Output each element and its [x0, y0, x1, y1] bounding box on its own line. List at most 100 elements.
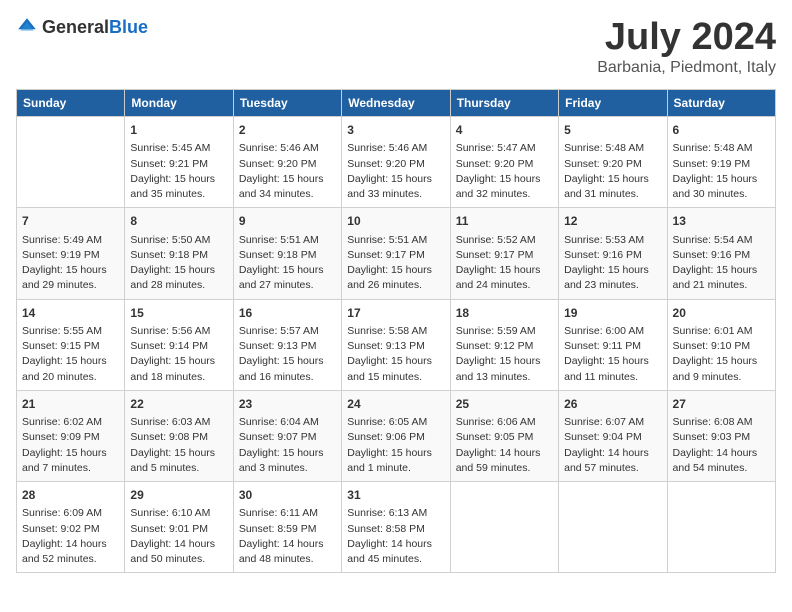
logo-text-general: General — [42, 17, 109, 37]
day-info: Sunrise: 5:51 AM Sunset: 9:18 PM Dayligh… — [239, 233, 336, 294]
day-number: 6 — [673, 122, 770, 139]
logo-icon — [16, 16, 38, 38]
day-number: 28 — [22, 487, 119, 504]
day-info: Sunrise: 5:57 AM Sunset: 9:13 PM Dayligh… — [239, 324, 336, 385]
logo: GeneralBlue — [16, 16, 148, 38]
calendar-cell: 1Sunrise: 5:45 AM Sunset: 9:21 PM Daylig… — [125, 117, 233, 208]
calendar-cell: 2Sunrise: 5:46 AM Sunset: 9:20 PM Daylig… — [233, 117, 341, 208]
calendar-cell: 21 Sunrise: 6:02 AM Sunset: 9:09 PM Dayli… — [17, 390, 125, 481]
calendar-cell: 8 Sunrise: 5:50 AM Sunset: 9:18 PM Daylig… — [125, 208, 233, 299]
day-info: Sunrise: 6:00 AM Sunset: 9:11 PM Dayligh… — [564, 324, 661, 385]
calendar-week-2: 7 Sunrise: 5:49 AM Sunset: 9:19 PM Daylig… — [17, 208, 776, 299]
calendar-cell: 23 Sunrise: 6:04 AM Sunset: 9:07 PM Dayli… — [233, 390, 341, 481]
day-info: Sunrise: 5:48 AM Sunset: 9:19 PM Dayligh… — [673, 141, 770, 202]
calendar-cell: 19 Sunrise: 6:00 AM Sunset: 9:11 PM Dayli… — [559, 299, 667, 390]
day-number: 14 — [22, 305, 119, 322]
day-info: Sunrise: 5:56 AM Sunset: 9:14 PM Dayligh… — [130, 324, 227, 385]
day-number: 31 — [347, 487, 444, 504]
day-number: 22 — [130, 396, 227, 413]
day-number: 7 — [22, 213, 119, 230]
calendar-cell: 24 Sunrise: 6:05 AM Sunset: 9:06 PM Dayli… — [342, 390, 450, 481]
day-info: Sunrise: 5:59 AM Sunset: 9:12 PM Dayligh… — [456, 324, 553, 385]
day-number: 30 — [239, 487, 336, 504]
calendar-cell: 29 Sunrise: 6:10 AM Sunset: 9:01 PM Dayli… — [125, 482, 233, 573]
day-info: Sunrise: 5:45 AM Sunset: 9:21 PM Dayligh… — [130, 141, 227, 202]
day-info: Sunrise: 6:04 AM Sunset: 9:07 PM Dayligh… — [239, 415, 336, 476]
day-number: 15 — [130, 305, 227, 322]
calendar-cell: 27 Sunrise: 6:08 AM Sunset: 9:03 PM Dayli… — [667, 390, 775, 481]
col-header-monday: Monday — [125, 90, 233, 117]
calendar-cell: 20 Sunrise: 6:01 AM Sunset: 9:10 PM Dayli… — [667, 299, 775, 390]
day-number: 29 — [130, 487, 227, 504]
day-number: 13 — [673, 213, 770, 230]
day-number: 25 — [456, 396, 553, 413]
day-number: 8 — [130, 213, 227, 230]
day-info: Sunrise: 6:05 AM Sunset: 9:06 PM Dayligh… — [347, 415, 444, 476]
calendar-cell: 14 Sunrise: 5:55 AM Sunset: 9:15 PM Dayli… — [17, 299, 125, 390]
page-header: GeneralBlue July 2024 Barbania, Piedmont… — [16, 16, 776, 77]
day-info: Sunrise: 5:47 AM Sunset: 9:20 PM Dayligh… — [456, 141, 553, 202]
calendar-cell: 3 Sunrise: 5:46 AM Sunset: 9:20 PM Daylig… — [342, 117, 450, 208]
day-number: 10 — [347, 213, 444, 230]
calendar-title: July 2024 — [597, 16, 776, 59]
day-info: Sunrise: 5:50 AM Sunset: 9:18 PM Dayligh… — [130, 233, 227, 294]
day-number: 26 — [564, 396, 661, 413]
day-info: Sunrise: 5:55 AM Sunset: 9:15 PM Dayligh… — [22, 324, 119, 385]
day-info: Sunrise: 5:52 AM Sunset: 9:17 PM Dayligh… — [456, 233, 553, 294]
calendar-cell: 17 Sunrise: 5:58 AM Sunset: 9:13 PM Dayli… — [342, 299, 450, 390]
calendar-cell: 26 Sunrise: 6:07 AM Sunset: 9:04 PM Dayli… — [559, 390, 667, 481]
day-number: 24 — [347, 396, 444, 413]
calendar-cell: 11Sunrise: 5:52 AM Sunset: 9:17 PM Dayli… — [450, 208, 558, 299]
calendar-cell — [17, 117, 125, 208]
day-number: 19 — [564, 305, 661, 322]
calendar-cell: 18Sunrise: 5:59 AM Sunset: 9:12 PM Dayli… — [450, 299, 558, 390]
calendar-cell: 9 Sunrise: 5:51 AM Sunset: 9:18 PM Daylig… — [233, 208, 341, 299]
calendar-week-1: 1Sunrise: 5:45 AM Sunset: 9:21 PM Daylig… — [17, 117, 776, 208]
day-info: Sunrise: 5:46 AM Sunset: 9:20 PM Dayligh… — [347, 141, 444, 202]
calendar-cell — [559, 482, 667, 573]
calendar-cell — [667, 482, 775, 573]
day-info: Sunrise: 6:07 AM Sunset: 9:04 PM Dayligh… — [564, 415, 661, 476]
day-info: Sunrise: 6:08 AM Sunset: 9:03 PM Dayligh… — [673, 415, 770, 476]
logo-text-blue: Blue — [109, 17, 148, 37]
day-number: 16 — [239, 305, 336, 322]
calendar-cell: 22 Sunrise: 6:03 AM Sunset: 9:08 PM Dayli… — [125, 390, 233, 481]
day-info: Sunrise: 5:46 AM Sunset: 9:20 PM Dayligh… — [239, 141, 336, 202]
calendar-cell: 25 Sunrise: 6:06 AM Sunset: 9:05 PM Dayli… — [450, 390, 558, 481]
day-info: Sunrise: 6:06 AM Sunset: 9:05 PM Dayligh… — [456, 415, 553, 476]
day-number: 3 — [347, 122, 444, 139]
day-info: Sunrise: 5:58 AM Sunset: 9:13 PM Dayligh… — [347, 324, 444, 385]
calendar-cell: 28Sunrise: 6:09 AM Sunset: 9:02 PM Dayli… — [17, 482, 125, 573]
calendar-cell: 4Sunrise: 5:47 AM Sunset: 9:20 PM Daylig… — [450, 117, 558, 208]
col-header-friday: Friday — [559, 90, 667, 117]
calendar-cell: 15 Sunrise: 5:56 AM Sunset: 9:14 PM Dayli… — [125, 299, 233, 390]
calendar-cell: 13 Sunrise: 5:54 AM Sunset: 9:16 PM Dayli… — [667, 208, 775, 299]
day-number: 17 — [347, 305, 444, 322]
day-info: Sunrise: 5:48 AM Sunset: 9:20 PM Dayligh… — [564, 141, 661, 202]
day-number: 9 — [239, 213, 336, 230]
day-info: Sunrise: 5:54 AM Sunset: 9:16 PM Dayligh… — [673, 233, 770, 294]
calendar-cell: 6 Sunrise: 5:48 AM Sunset: 9:19 PM Daylig… — [667, 117, 775, 208]
calendar-week-5: 28Sunrise: 6:09 AM Sunset: 9:02 PM Dayli… — [17, 482, 776, 573]
day-number: 27 — [673, 396, 770, 413]
calendar-cell: 5 Sunrise: 5:48 AM Sunset: 9:20 PM Daylig… — [559, 117, 667, 208]
calendar-cell: 16 Sunrise: 5:57 AM Sunset: 9:13 PM Dayli… — [233, 299, 341, 390]
day-number: 23 — [239, 396, 336, 413]
calendar-week-3: 14 Sunrise: 5:55 AM Sunset: 9:15 PM Dayli… — [17, 299, 776, 390]
day-number: 12 — [564, 213, 661, 230]
calendar-location: Barbania, Piedmont, Italy — [597, 59, 776, 77]
day-info: Sunrise: 6:03 AM Sunset: 9:08 PM Dayligh… — [130, 415, 227, 476]
calendar-table: SundayMondayTuesdayWednesdayThursdayFrid… — [16, 89, 776, 573]
calendar-cell — [450, 482, 558, 573]
day-number: 21 — [22, 396, 119, 413]
day-info: Sunrise: 6:10 AM Sunset: 9:01 PM Dayligh… — [130, 506, 227, 567]
day-number: 20 — [673, 305, 770, 322]
day-info: Sunrise: 5:49 AM Sunset: 9:19 PM Dayligh… — [22, 233, 119, 294]
day-info: Sunrise: 6:02 AM Sunset: 9:09 PM Dayligh… — [22, 415, 119, 476]
day-info: Sunrise: 6:01 AM Sunset: 9:10 PM Dayligh… — [673, 324, 770, 385]
calendar-cell: 30Sunrise: 6:11 AM Sunset: 8:59 PM Dayli… — [233, 482, 341, 573]
col-header-tuesday: Tuesday — [233, 90, 341, 117]
day-number: 5 — [564, 122, 661, 139]
calendar-cell: 7 Sunrise: 5:49 AM Sunset: 9:19 PM Daylig… — [17, 208, 125, 299]
calendar-cell: 31Sunrise: 6:13 AM Sunset: 8:58 PM Dayli… — [342, 482, 450, 573]
